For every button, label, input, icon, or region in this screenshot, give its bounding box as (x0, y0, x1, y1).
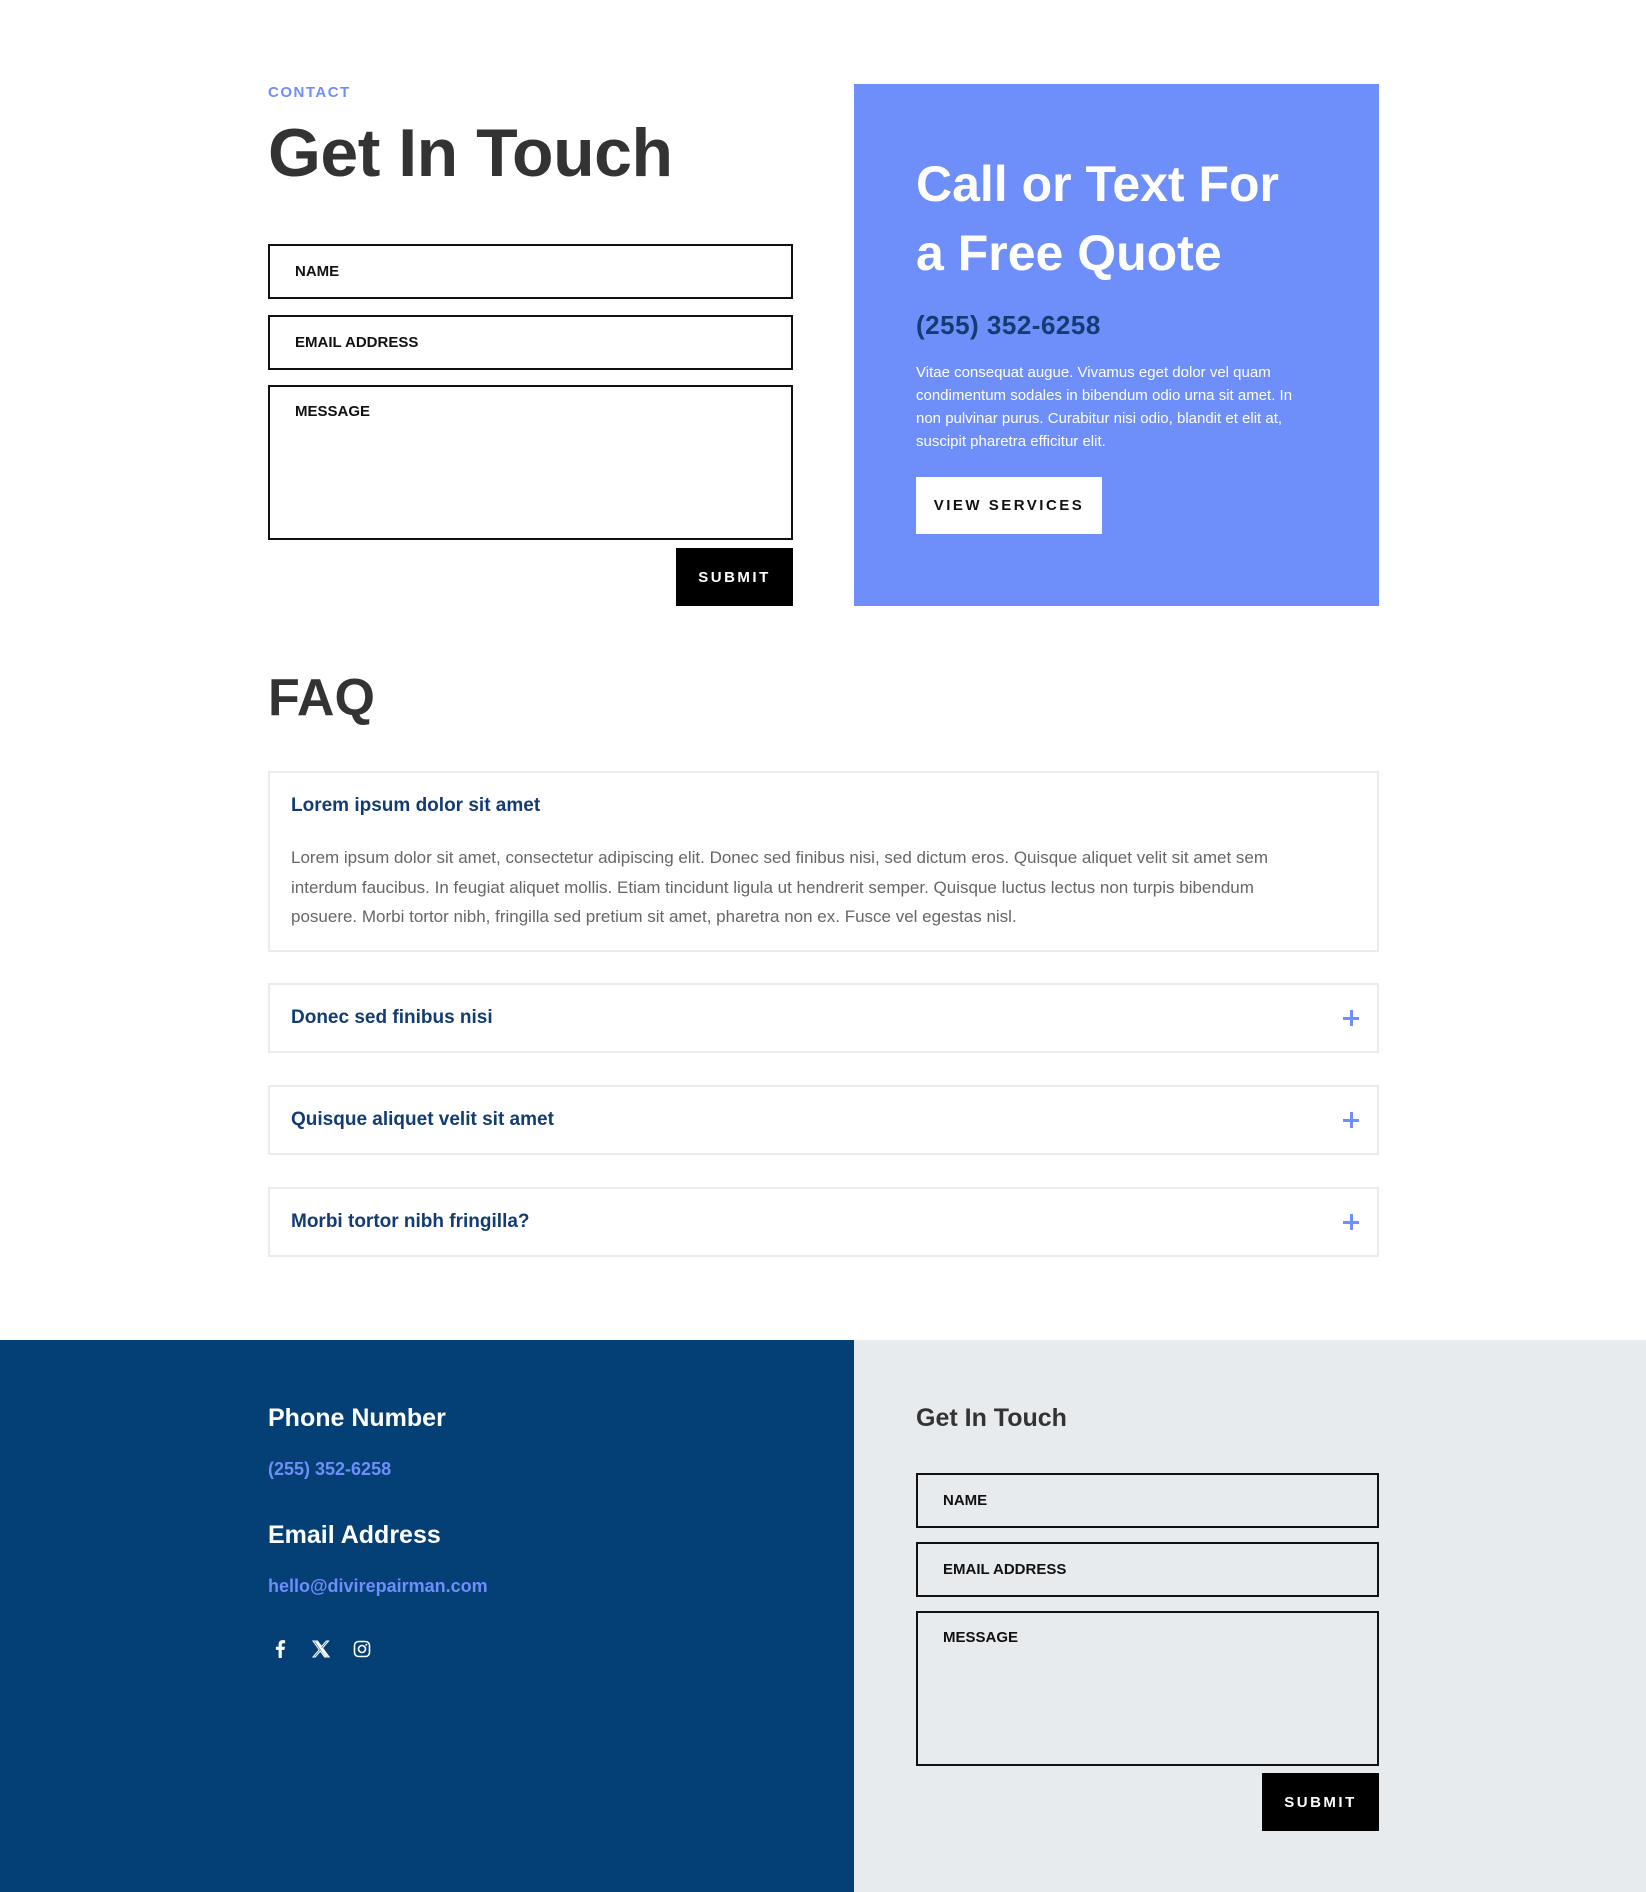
faq-question[interactable]: Morbi tortor nibh fringilla? (291, 1211, 530, 1233)
plus-icon[interactable] (1343, 1214, 1359, 1230)
footer-name-field[interactable]: NAME (916, 1473, 1379, 1528)
plus-icon[interactable] (1343, 1112, 1359, 1128)
email-heading: Email Address (268, 1521, 441, 1549)
faq-question[interactable]: Quisque aliquet velit sit amet (291, 1109, 554, 1131)
plus-icon[interactable] (1343, 1010, 1359, 1026)
phone-heading: Phone Number (268, 1404, 446, 1432)
footer-form-title: Get In Touch (916, 1404, 1067, 1432)
faq-answer: Lorem ipsum dolor sit amet, consectetur … (291, 848, 1269, 926)
faq-item-expanded[interactable]: Lorem ipsum dolor sit amet Lorem ipsum d… (268, 771, 1379, 952)
instagram-icon[interactable] (350, 1637, 374, 1661)
footer-email-field[interactable]: EMAIL ADDRESS (916, 1542, 1379, 1597)
contact-form: NAME EMAIL ADDRESS MESSAGE SUBMIT (268, 244, 793, 606)
footer-phone-link[interactable]: (255) 352-6258 (268, 1459, 391, 1480)
page-title: Get In Touch (268, 115, 673, 191)
facebook-icon[interactable] (268, 1637, 292, 1661)
faq-title: FAQ (268, 669, 375, 727)
name-placeholder: NAME (295, 263, 340, 280)
quote-card: Call or Text For a Free Quote (255) 352-… (854, 84, 1379, 606)
footer-message-field[interactable]: MESSAGE (916, 1611, 1379, 1766)
quote-description: Vitae consequat augue. Vivamus eget dolo… (916, 364, 1293, 450)
message-field[interactable]: MESSAGE (268, 385, 793, 540)
footer-email-link[interactable]: hello@divirepairman.com (268, 1576, 488, 1597)
footer-contact-form: NAME EMAIL ADDRESS MESSAGE SUBMIT (916, 1473, 1379, 1831)
quote-phone[interactable]: (255) 352-6258 (916, 310, 1317, 341)
view-services-button[interactable]: VIEW SERVICES (916, 477, 1102, 534)
name-field[interactable]: NAME (268, 244, 793, 299)
contact-section: CONTACT Get In Touch (268, 84, 793, 187)
submit-button[interactable]: SUBMIT (676, 548, 793, 606)
footer-email-placeholder: EMAIL ADDRESS (943, 1561, 1067, 1578)
faq-question[interactable]: Lorem ipsum dolor sit amet (291, 795, 540, 817)
message-placeholder: MESSAGE (295, 403, 371, 420)
x-icon[interactable] (309, 1637, 333, 1661)
faq-item[interactable]: Donec sed finibus nisi (268, 983, 1379, 1053)
email-placeholder: EMAIL ADDRESS (295, 334, 419, 351)
email-field[interactable]: EMAIL ADDRESS (268, 315, 793, 370)
footer-submit-button[interactable]: SUBMIT (1262, 1773, 1379, 1831)
faq-question[interactable]: Donec sed finibus nisi (291, 1007, 493, 1029)
footer-name-placeholder: NAME (943, 1492, 988, 1509)
contact-eyebrow: CONTACT (268, 84, 351, 101)
quote-title: Call or Text For a Free Quote (916, 156, 1280, 281)
faq-item[interactable]: Quisque aliquet velit sit amet (268, 1085, 1379, 1155)
social-links (268, 1637, 374, 1661)
faq-item[interactable]: Morbi tortor nibh fringilla? (268, 1187, 1379, 1257)
footer-message-placeholder: MESSAGE (943, 1629, 1019, 1646)
